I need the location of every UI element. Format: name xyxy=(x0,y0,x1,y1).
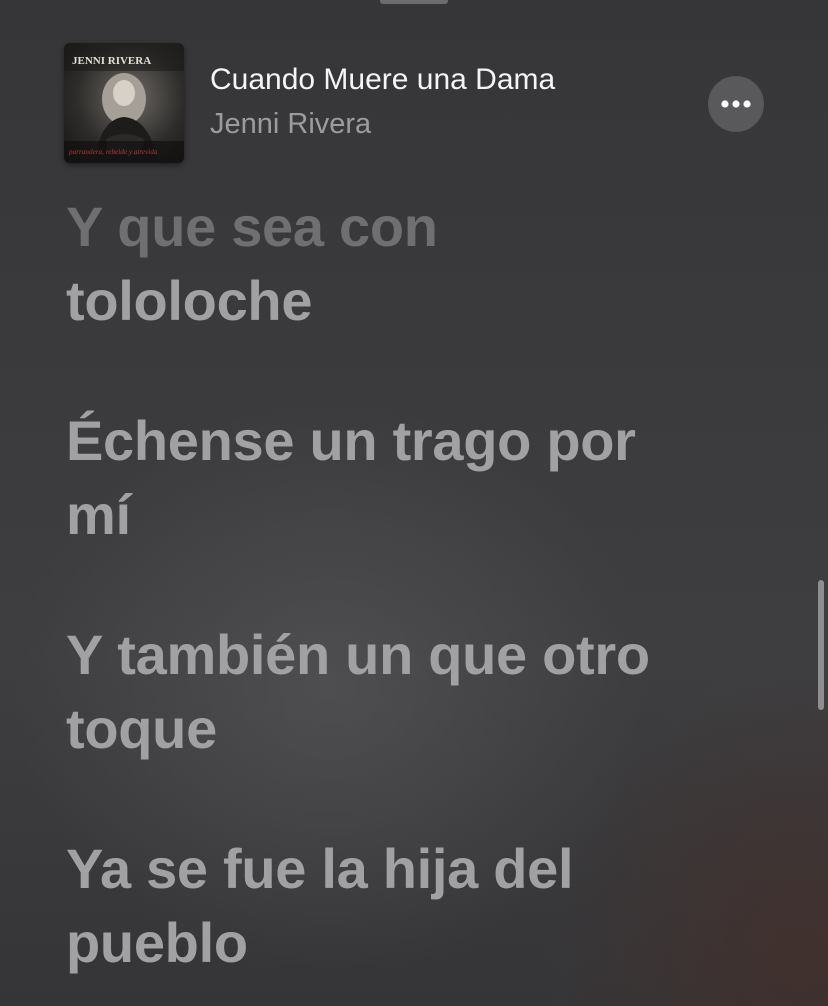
lyric-line-text: mí xyxy=(66,483,131,546)
lyric-line[interactable]: Y que sea con tololoche xyxy=(66,190,766,338)
more-ellipsis-icon xyxy=(721,100,751,108)
lyric-line-text: tololoche xyxy=(66,269,313,332)
song-title[interactable]: Cuando Muere una Dama xyxy=(210,63,555,97)
lyric-line-text: Ya se fue la hija del xyxy=(66,837,574,900)
lyric-line[interactable]: Échense un trago por mí xyxy=(66,404,766,552)
album-artwork[interactable]: JENNI RIVERA parrandera, rebelde y atrev… xyxy=(64,43,184,163)
artwork-brand-text: JENNI RIVERA xyxy=(72,55,151,67)
lyric-line-text: Y que sea con xyxy=(66,195,438,258)
lyric-line-text: Y también un que otro xyxy=(66,623,650,686)
lyric-line[interactable]: Ya se fue la hija del pueblo xyxy=(66,832,766,980)
now-playing-header: JENNI RIVERA parrandera, rebelde y atrev… xyxy=(0,0,828,190)
scrollbar-indicator[interactable] xyxy=(818,580,824,710)
song-artist[interactable]: Jenni Rivera xyxy=(210,108,371,141)
lyric-line-text: toque xyxy=(66,697,217,760)
lyrics-screen: JENNI RIVERA parrandera, rebelde y atrev… xyxy=(0,0,828,1006)
lyric-line-text: pueblo xyxy=(66,911,248,974)
artwork-subtitle-text: parrandera, rebelde y atrevida xyxy=(68,148,158,156)
album-artwork-image: JENNI RIVERA parrandera, rebelde y atrev… xyxy=(64,43,184,163)
lyrics-list[interactable]: Y que sea con tololoche Échense un trago… xyxy=(66,190,766,1006)
lyric-line-text: Échense un trago por xyxy=(66,409,636,472)
more-options-button[interactable] xyxy=(708,76,764,132)
lyric-line[interactable]: Y también un que otro toque xyxy=(66,618,766,766)
